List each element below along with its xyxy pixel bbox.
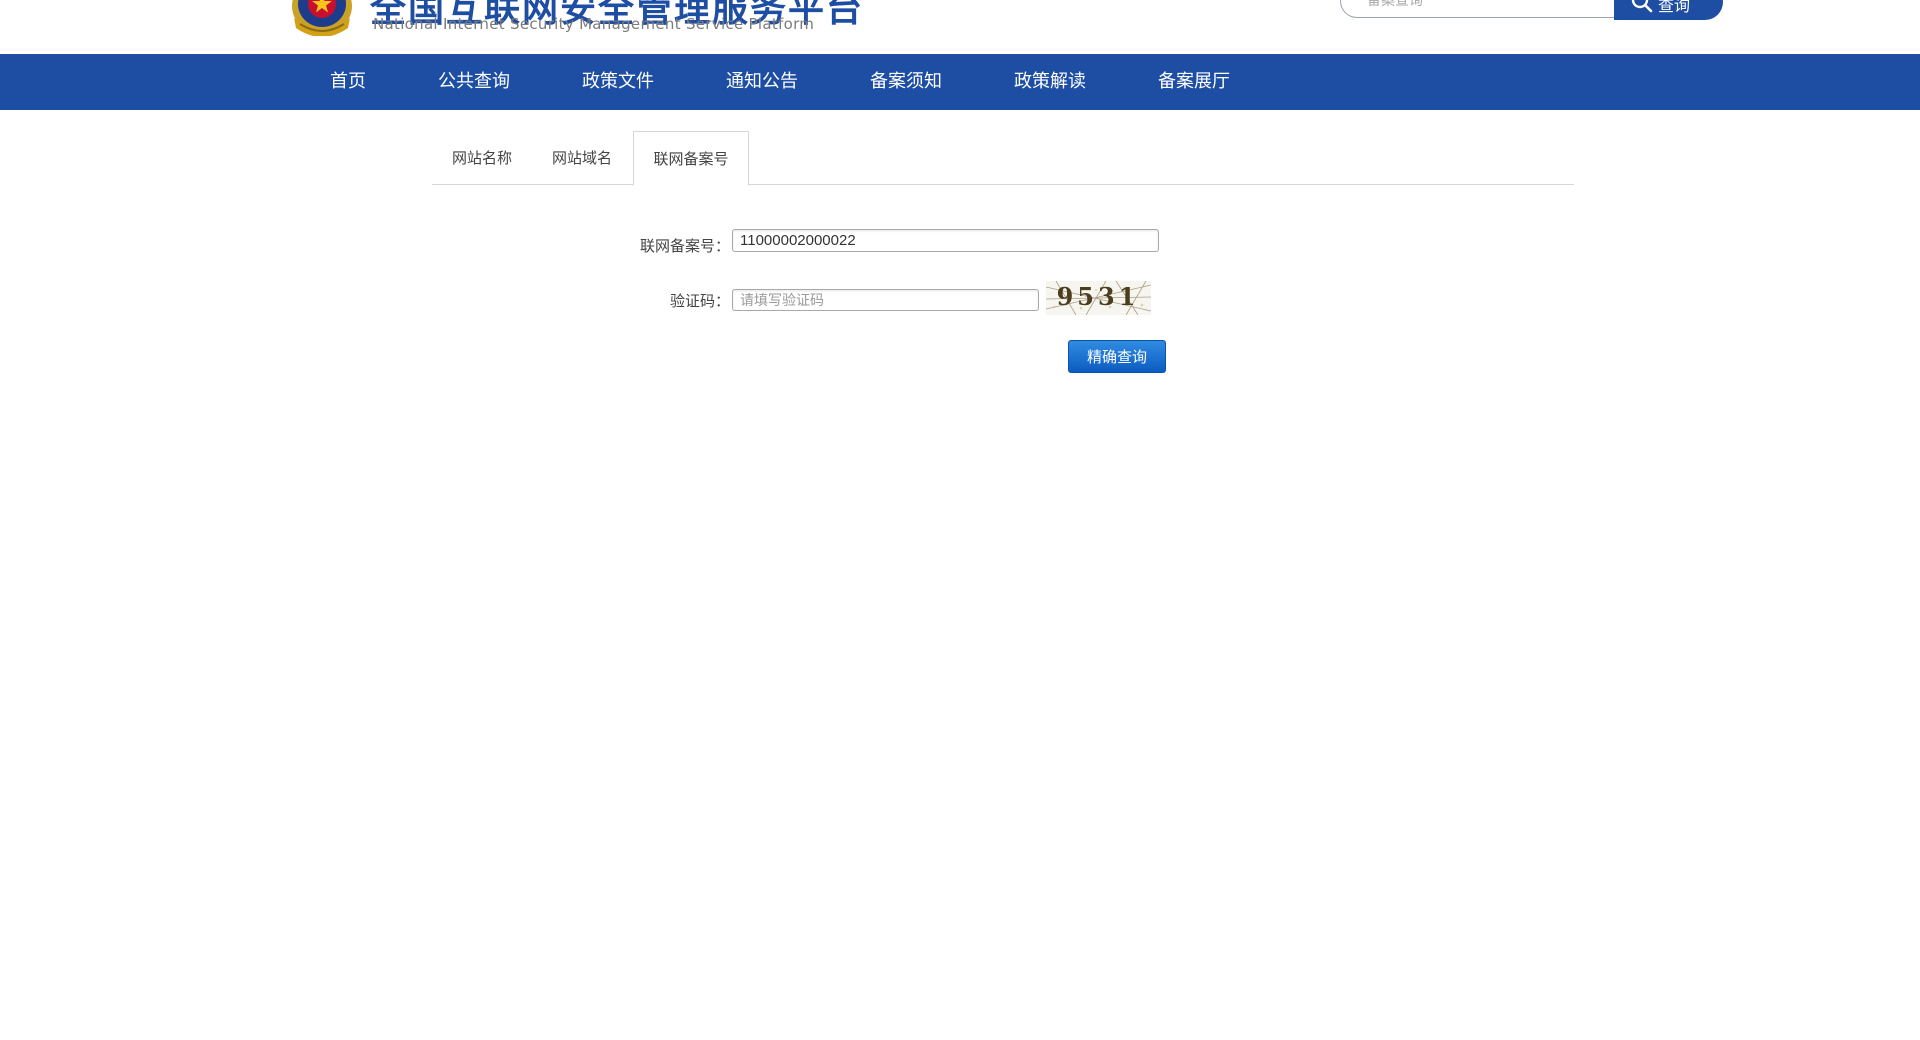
record-number-label: 联网备案号：: [639, 237, 730, 255]
page: 全国互联网安全管理服务平台 National Internet Security…: [0, 0, 1920, 1040]
nav-item-policy-files[interactable]: 政策文件: [546, 54, 690, 110]
nav-item-public-query[interactable]: 公共查询: [402, 54, 546, 110]
police-emblem-logo[interactable]: [286, 0, 358, 36]
nav-item-filing-hall[interactable]: 备案展厅: [1122, 54, 1266, 110]
record-number-input[interactable]: [732, 229, 1159, 252]
tab-website-name[interactable]: 网站名称: [432, 131, 532, 185]
site-subtitle: National Internet Security Management Se…: [373, 15, 815, 33]
main-nav-list: 首页 公共查询 政策文件 通知公告 备案须知 政策解读 备案展厅: [296, 54, 1266, 110]
tab-record-number[interactable]: 联网备案号: [633, 131, 749, 186]
main-nav: 首页 公共查询 政策文件 通知公告 备案须知 政策解读 备案展厅: [0, 54, 1920, 110]
captcha-image[interactable]: 9531: [1046, 281, 1151, 315]
exact-query-button[interactable]: 精确查询: [1068, 340, 1166, 373]
header-search-button[interactable]: 查询: [1614, 0, 1723, 20]
search-icon: [1631, 0, 1653, 13]
captcha-label: 验证码：: [669, 292, 730, 310]
header-search-input[interactable]: [1340, 0, 1616, 18]
tab-website-domain[interactable]: 网站域名: [532, 131, 632, 185]
site-header: 全国互联网安全管理服务平台 National Internet Security…: [0, 0, 1920, 54]
captcha-text: 9531: [1057, 282, 1140, 311]
nav-item-filing-guide[interactable]: 备案须知: [834, 54, 978, 110]
nav-item-notices[interactable]: 通知公告: [690, 54, 834, 110]
captcha-input[interactable]: [732, 289, 1039, 311]
nav-item-home[interactable]: 首页: [296, 54, 402, 110]
nav-item-policy-interpretation[interactable]: 政策解读: [978, 54, 1122, 110]
header-search: 查询: [1340, 0, 1723, 20]
query-tabs: 网站名称 网站域名 联网备案号: [432, 131, 1574, 186]
header-search-button-label: 查询: [1658, 0, 1691, 15]
